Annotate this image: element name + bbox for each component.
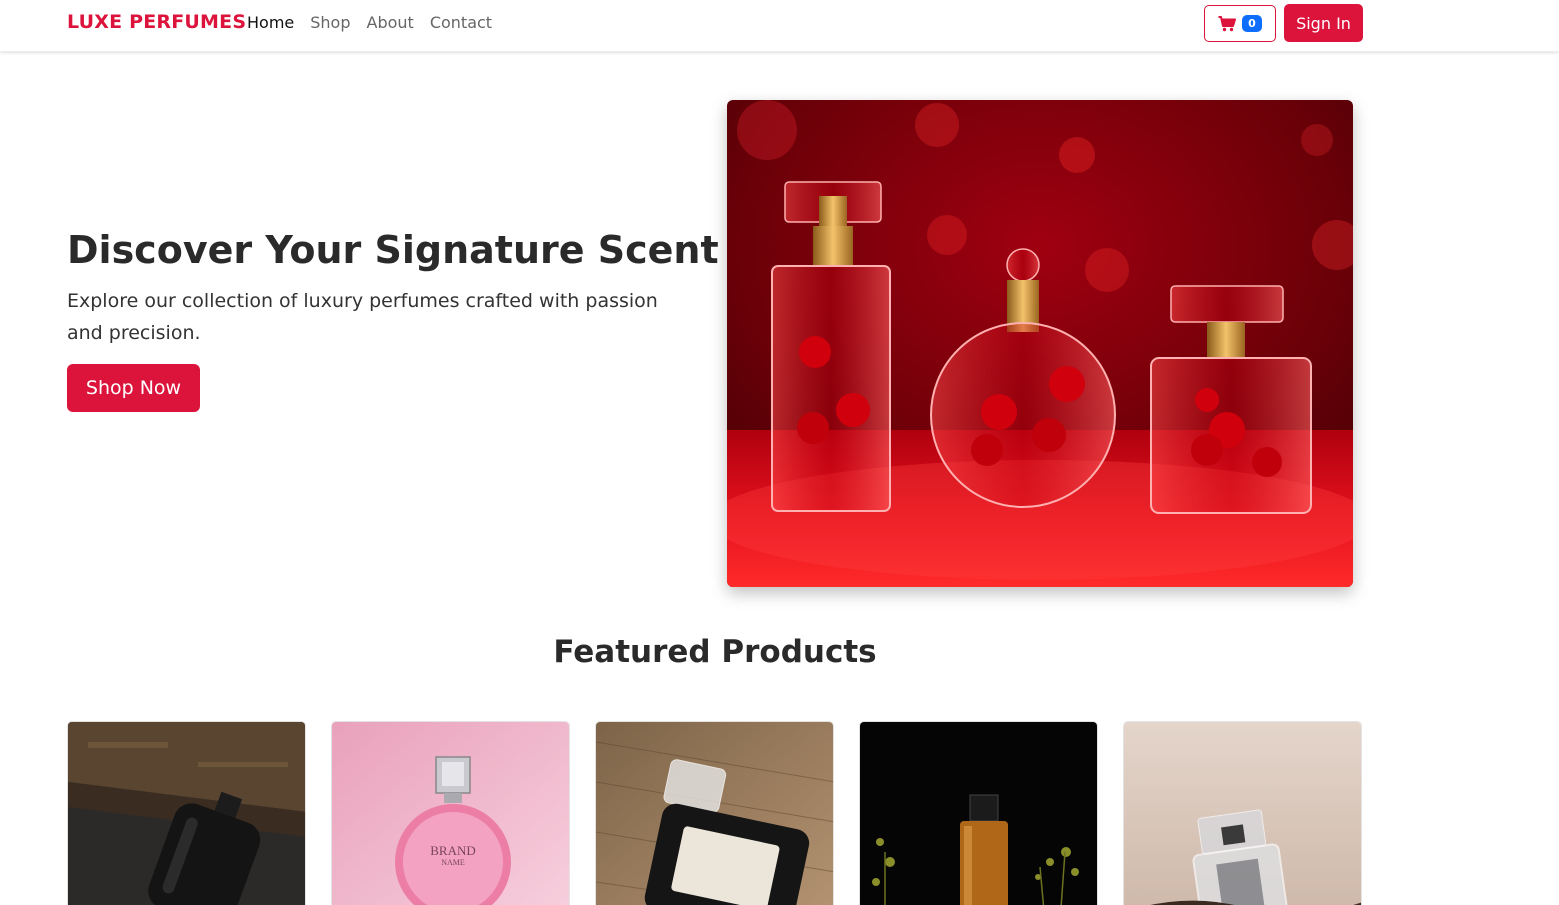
nav-link-home[interactable]: Home (247, 13, 294, 32)
product-card-4[interactable] (859, 721, 1098, 905)
product-card-3[interactable] (595, 721, 834, 905)
product-image-dark-bottle (68, 722, 305, 905)
product-card-1[interactable] (67, 721, 306, 905)
shopping-cart-icon (1218, 15, 1237, 31)
product-image-clear-bottle (1124, 722, 1361, 905)
product-image-amber-bottle (860, 722, 1097, 905)
sign-in-button[interactable]: Sign In (1284, 4, 1363, 42)
product-card-2[interactable]: BRAND NAME (331, 721, 570, 905)
cart-count-badge: 0 (1242, 15, 1262, 32)
shop-now-button[interactable]: Shop Now (67, 364, 200, 412)
navbar: LUXE PERFUMES Home Shop About Contact 0 … (0, 0, 1559, 52)
product-image-pink-bottle: BRAND NAME (332, 722, 569, 905)
nav-link-shop[interactable]: Shop (310, 13, 350, 32)
nav-link-about[interactable]: About (367, 13, 414, 32)
featured-products-title: Featured Products (553, 634, 877, 670)
product-image-black-bottle (596, 722, 833, 905)
product-card-5[interactable] (1123, 721, 1362, 905)
hero-image (727, 100, 1353, 587)
nav-link-contact[interactable]: Contact (430, 13, 492, 32)
hero-title: Discover Your Signature Scent (67, 228, 719, 272)
nav-links: Home Shop About Contact (247, 13, 492, 32)
bottle-label-brand: BRAND (430, 843, 476, 858)
bottle-label-name: NAME (441, 858, 465, 867)
brand-logo[interactable]: LUXE PERFUMES (67, 11, 246, 33)
hero-subtitle: Explore our collection of luxury perfume… (67, 290, 658, 344)
cart-button[interactable]: 0 (1204, 5, 1276, 42)
